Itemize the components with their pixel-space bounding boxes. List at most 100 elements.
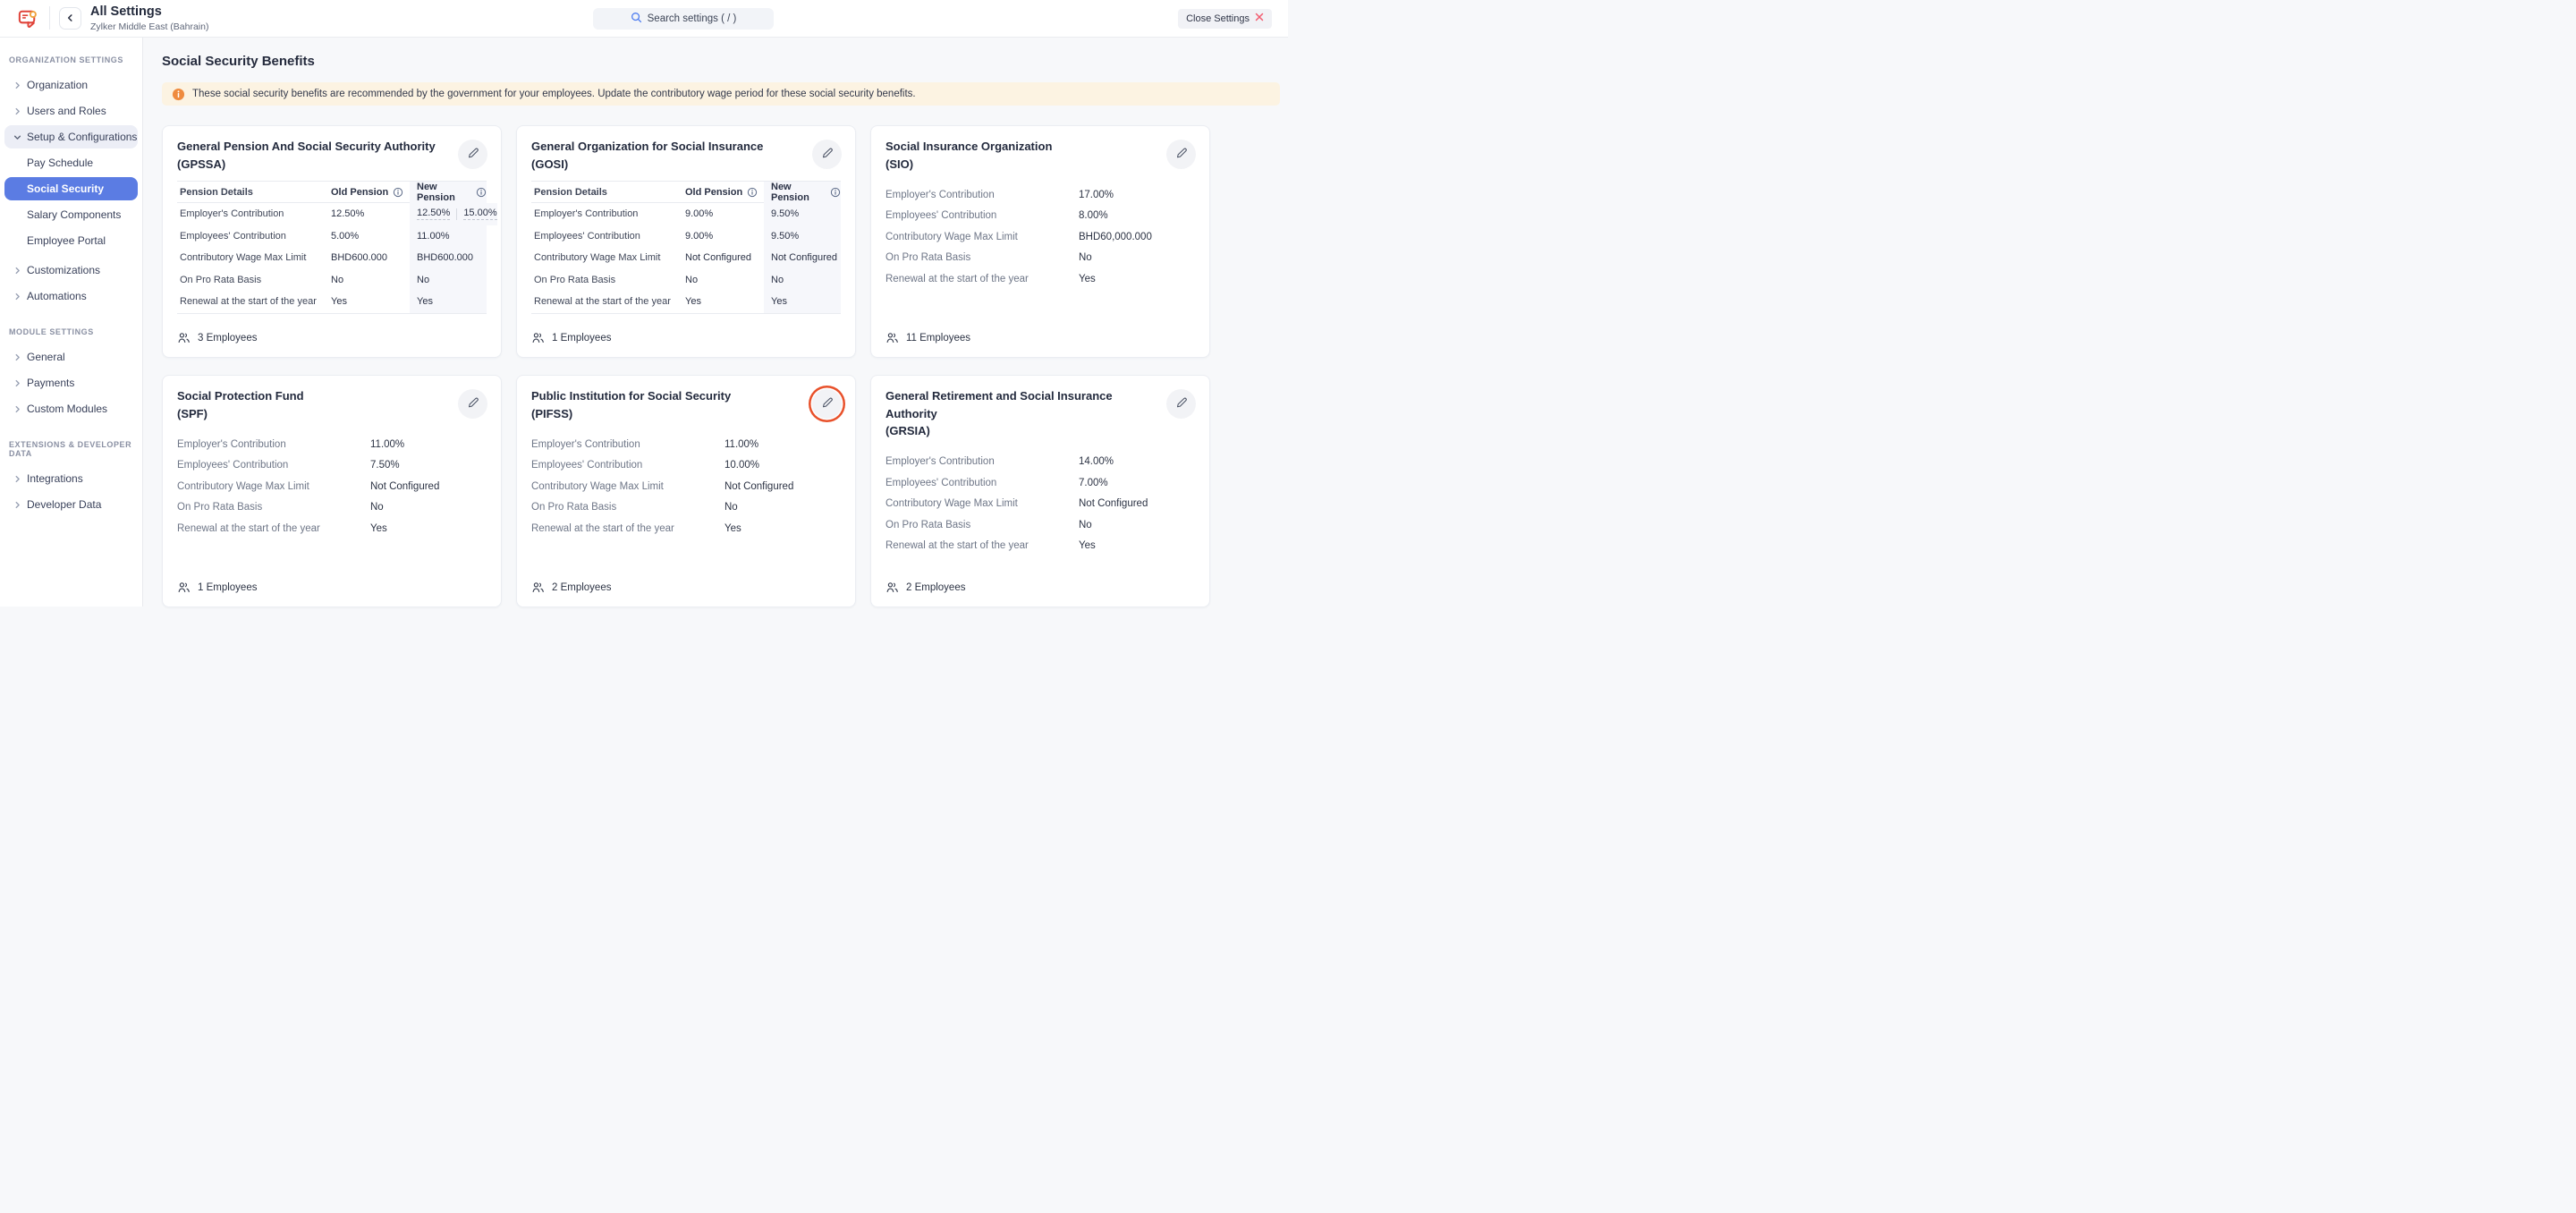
info-icon[interactable] (476, 187, 487, 198)
split-new-pension-cell: 12.50% 15.00% (410, 203, 497, 225)
card-title: Social Insurance Organization (SIO) (886, 138, 1195, 173)
sidebar-item-employee-portal[interactable]: Employee Portal (4, 229, 138, 252)
zoho-payroll-settings-window: All Settings Zylker Middle East (Bahrain… (0, 0, 1288, 606)
edit-grsia-button[interactable] (1166, 389, 1196, 419)
pencil-icon (467, 147, 479, 162)
benefit-cards-grid: General Pension And Social Security Auth… (162, 125, 1280, 607)
new-pension-value-b[interactable]: 15.00% (463, 208, 496, 220)
chevron-right-icon (10, 107, 25, 115)
table-row: Employer's Contribution 12.50% 12.50%15.… (177, 203, 487, 225)
table-row: Contributory Wage Max Limit BHD600.000 B… (177, 247, 487, 269)
pension-table: Pension Details Old Pension New Pension … (531, 181, 841, 314)
table-row: Contributory Wage Max Limit Not Configur… (531, 247, 841, 269)
info-banner-text: These social security benefits are recom… (192, 89, 916, 99)
list-item: Renewal at the start of the yearYes (531, 518, 841, 539)
list-item: Employer's Contribution11.00% (177, 434, 487, 455)
col-new-pension: New Pension (410, 182, 487, 203)
sidebar-item-customizations[interactable]: Customizations (4, 259, 138, 282)
edit-sio-button[interactable] (1166, 140, 1196, 169)
pencil-icon (821, 396, 834, 411)
benefit-card-gpssa: General Pension And Social Security Auth… (162, 125, 502, 358)
chevron-right-icon (10, 267, 25, 275)
col-new-pension: New Pension (764, 182, 841, 203)
list-item: Renewal at the start of the yearYes (886, 268, 1195, 290)
list-item: Contributory Wage Max LimitNot Configure… (531, 476, 841, 497)
benefit-details-list: Employer's Contribution17.00% Employees'… (886, 184, 1195, 290)
benefit-card-grsia: General Retirement and Social Insurance … (870, 375, 1210, 607)
chevron-right-icon (10, 353, 25, 361)
close-settings-button[interactable]: Close Settings (1178, 9, 1272, 29)
section-extensions-developer-data: EXTENSIONS & DEVELOPER DATA (0, 440, 142, 458)
sidebar-item-general[interactable]: General (4, 345, 138, 369)
employees-count: 2 Employees (531, 581, 841, 596)
benefit-card-spf: Social Protection Fund (SPF) Employer's … (162, 375, 502, 607)
card-title: Social Protection Fund (SPF) (177, 387, 487, 422)
search-settings-input[interactable]: Search settings ( / ) (593, 8, 774, 30)
info-icon[interactable] (747, 187, 758, 198)
main-content: Social Security Benefits These social se… (143, 38, 1288, 606)
employees-count: 2 Employees (886, 581, 1195, 596)
employees-icon (531, 581, 545, 594)
table-row: Employees' Contribution 9.00% 9.50% (531, 225, 841, 248)
table-row: Employer's Contribution 9.00% 9.50% (531, 203, 841, 225)
pencil-icon (1175, 147, 1188, 162)
sidebar-item-integrations[interactable]: Integrations (4, 467, 138, 490)
chevron-right-icon (10, 379, 25, 387)
edit-gosi-button[interactable] (812, 140, 842, 169)
table-row: On Pro Rata Basis No No (531, 269, 841, 292)
employees-count: 1 Employees (531, 331, 841, 346)
card-title: General Retirement and Social Insurance … (886, 387, 1195, 440)
chevron-right-icon (10, 293, 25, 301)
edit-pifss-button[interactable] (812, 389, 842, 419)
benefit-card-gosi: General Organization for Social Insuranc… (516, 125, 856, 358)
organization-name: Zylker Middle East (Bahrain) (90, 21, 208, 32)
sidebar-item-salary-components[interactable]: Salary Components (4, 203, 138, 226)
col-old-pension: Old Pension (678, 182, 764, 203)
chevron-right-icon (10, 475, 25, 483)
close-icon (1255, 13, 1264, 24)
list-item: On Pro Rata BasisNo (531, 497, 841, 519)
list-item: Contributory Wage Max LimitBHD60,000.000 (886, 226, 1195, 248)
value-separator (456, 208, 457, 220)
search-icon (631, 12, 642, 26)
sidebar-item-custom-modules[interactable]: Custom Modules (4, 397, 138, 420)
info-icon[interactable] (393, 187, 403, 198)
col-old-pension: Old Pension (324, 182, 410, 203)
page-header-title: All Settings (90, 4, 208, 20)
list-item: Employees' Contribution8.00% (886, 206, 1195, 227)
list-item: Employees' Contribution7.50% (177, 455, 487, 477)
card-title: General Pension And Social Security Auth… (177, 138, 487, 173)
page-title: Social Security Benefits (162, 54, 1280, 72)
employees-icon (886, 581, 899, 594)
info-icon[interactable] (830, 187, 841, 198)
pension-table: Pension Details Old Pension New Pension … (177, 181, 487, 314)
back-button[interactable] (59, 7, 81, 30)
edit-spf-button[interactable] (458, 389, 487, 419)
employees-count: 3 Employees (177, 331, 487, 346)
benefit-details-list: Employer's Contribution14.00% Employees'… (886, 452, 1195, 557)
card-title: General Organization for Social Insuranc… (531, 138, 841, 173)
edit-gpssa-button[interactable] (458, 140, 487, 169)
sidebar-item-social-security[interactable]: Social Security (4, 177, 138, 200)
sidebar-item-developer-data[interactable]: Developer Data (4, 493, 138, 516)
search-placeholder: Search settings ( / ) (648, 13, 737, 24)
pencil-icon (467, 396, 479, 411)
sidebar-item-pay-schedule[interactable]: Pay Schedule (4, 151, 138, 174)
table-row: On Pro Rata Basis No No (177, 269, 487, 292)
sidebar-item-organization[interactable]: Organization (4, 73, 138, 97)
table-row: Renewal at the start of the year Yes Yes (531, 291, 841, 313)
section-organization-settings: ORGANIZATION SETTINGS (0, 55, 142, 64)
new-pension-value-a[interactable]: 12.50% (417, 208, 450, 220)
sidebar-item-users-and-roles[interactable]: Users and Roles (4, 99, 138, 123)
table-row: Renewal at the start of the year Yes Yes (177, 291, 487, 313)
employees-count: 11 Employees (886, 331, 1195, 346)
sidebar-item-setup-configurations[interactable]: Setup & Configurations (4, 125, 138, 148)
sidebar-item-payments[interactable]: Payments (4, 371, 138, 394)
info-banner: These social security benefits are recom… (162, 82, 1280, 106)
info-filled-icon (172, 88, 185, 101)
pencil-icon (1175, 396, 1188, 411)
list-item: Employer's Contribution11.00% (531, 434, 841, 455)
sidebar-item-automations[interactable]: Automations (4, 284, 138, 308)
chevron-right-icon (10, 81, 25, 89)
list-item: Employees' Contribution10.00% (531, 455, 841, 477)
